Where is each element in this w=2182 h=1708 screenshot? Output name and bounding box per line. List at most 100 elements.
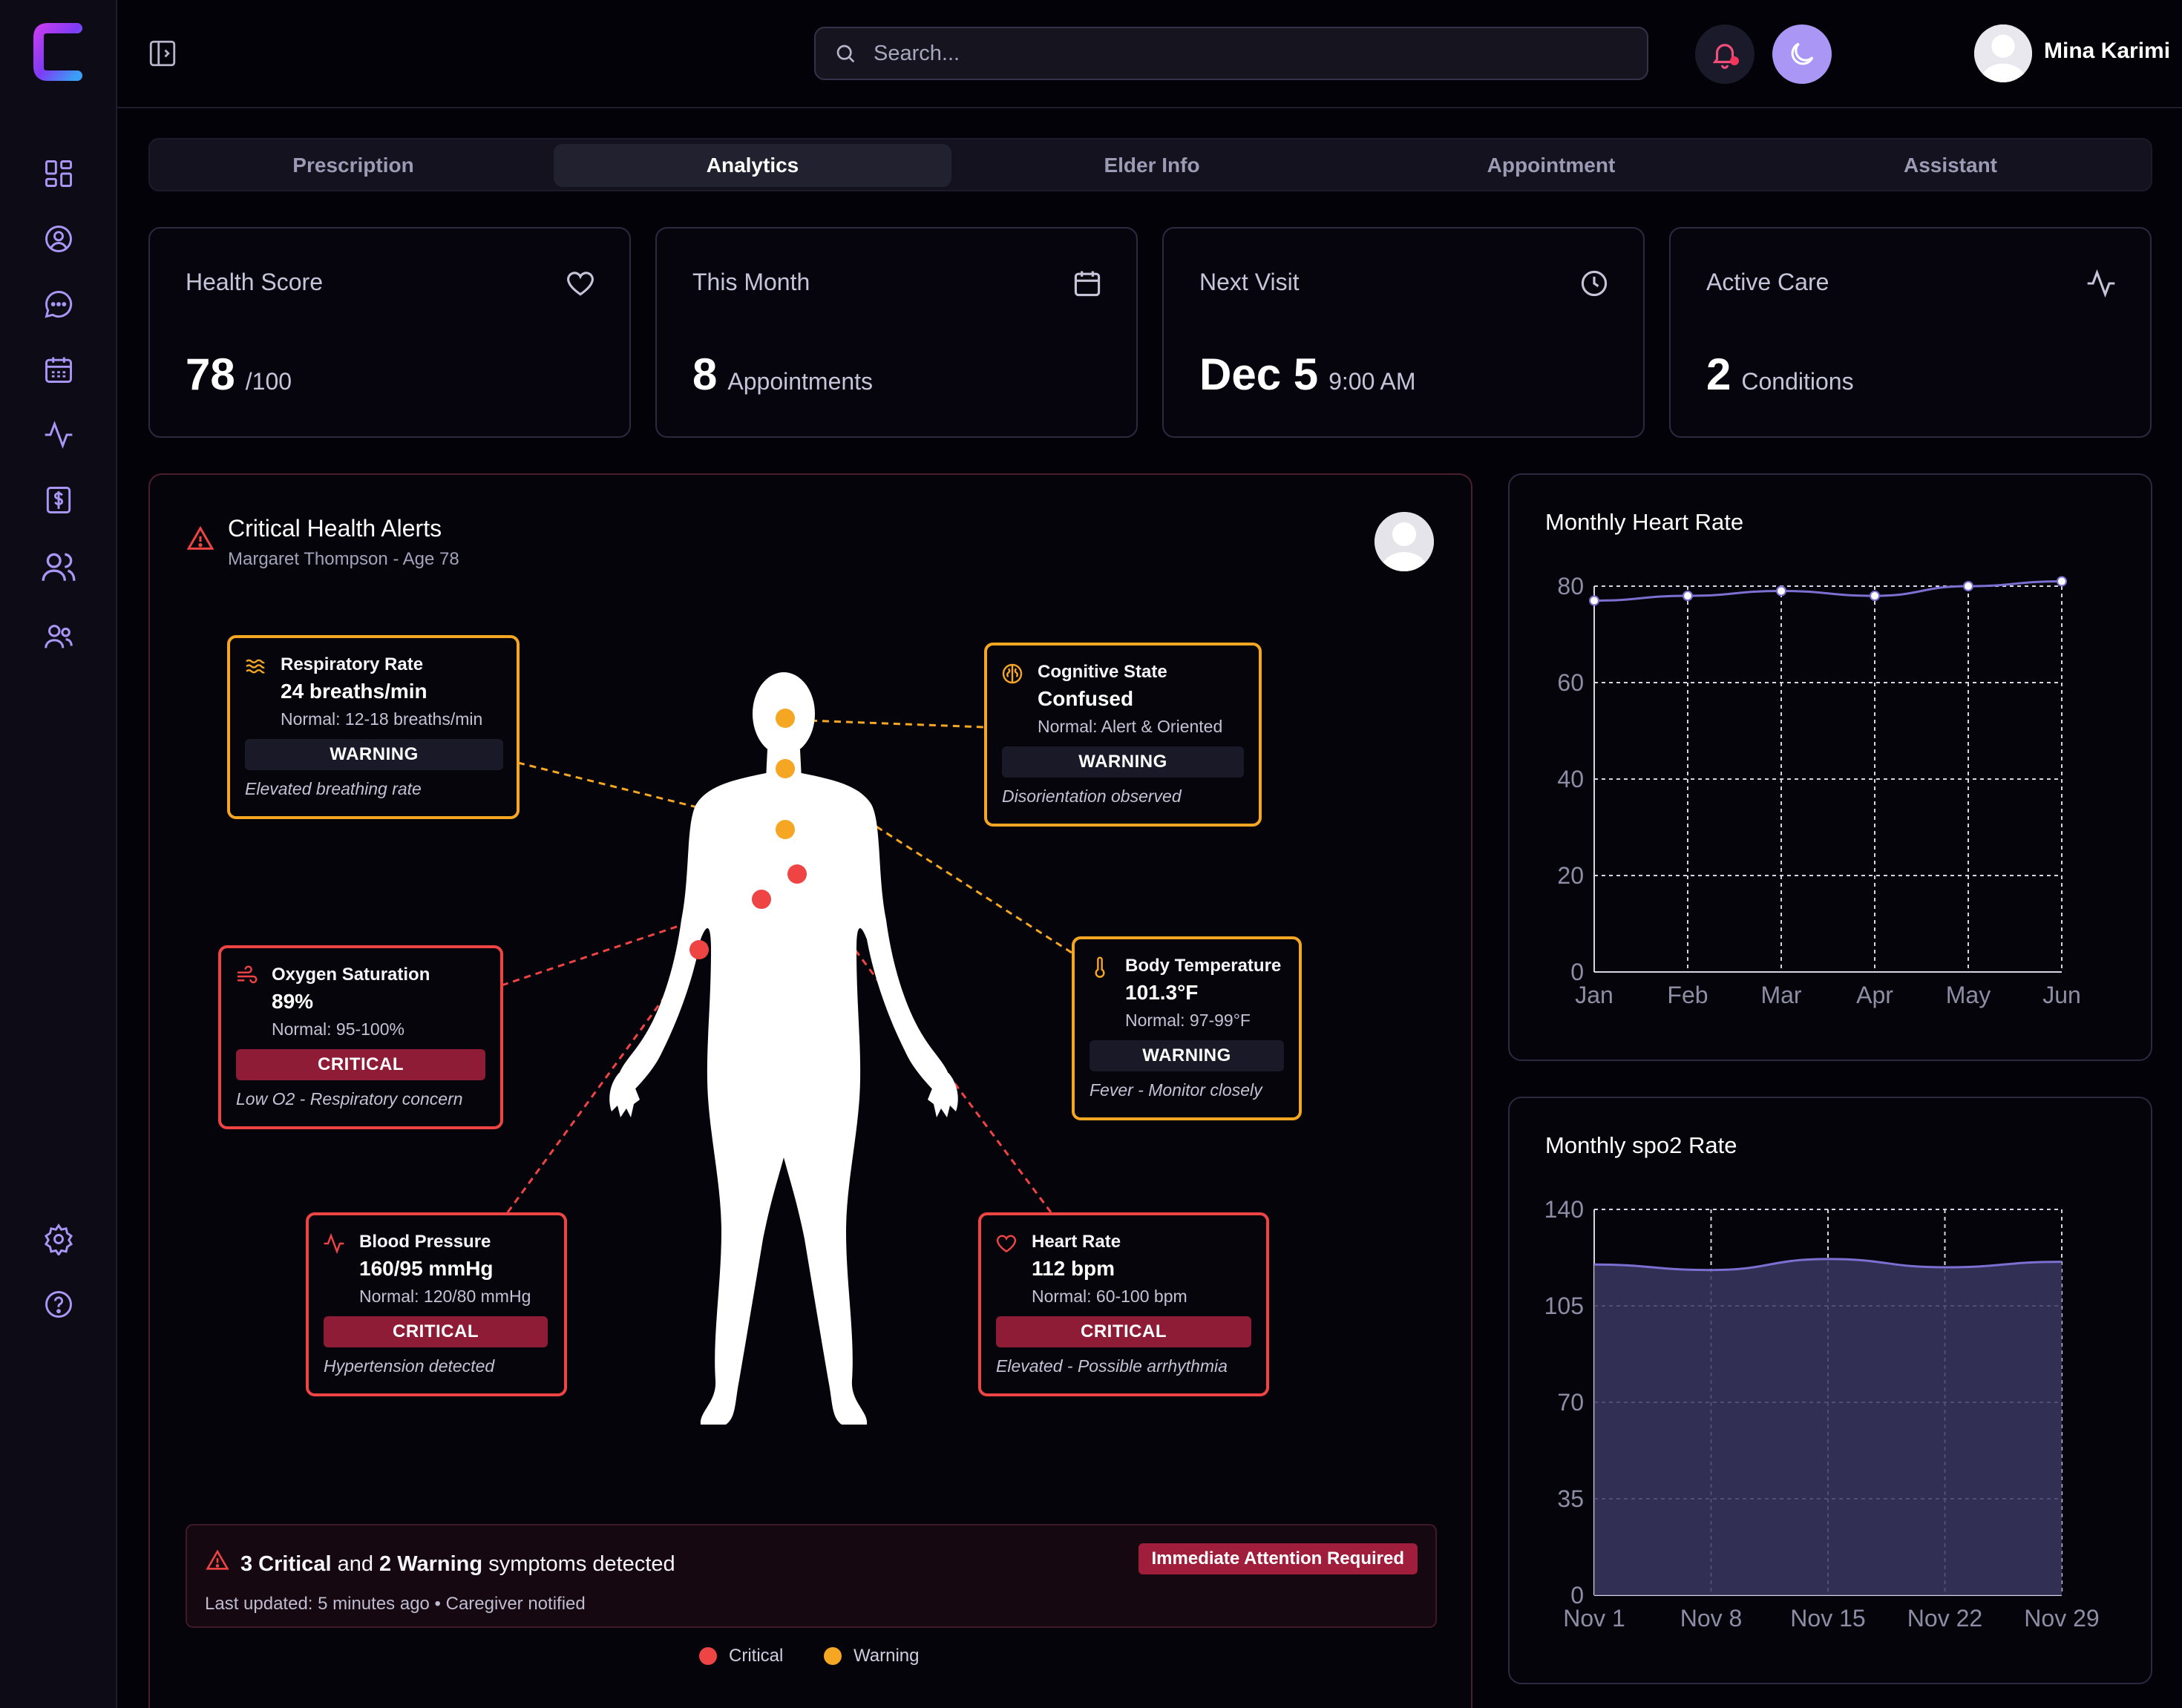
heart-icon <box>564 267 597 300</box>
status-badge: CRITICAL <box>236 1049 485 1080</box>
topbar-divider <box>117 107 2182 108</box>
tab-assistant[interactable]: Assistant <box>1752 144 2149 187</box>
app-logo[interactable] <box>31 22 85 82</box>
status-badge: CRITICAL <box>324 1316 548 1347</box>
card-title: Respiratory Rate <box>281 654 424 674</box>
stat-value: 2 Conditions <box>1706 349 1854 399</box>
stat-label: Active Care <box>1706 269 1829 295</box>
card-title: Cognitive State <box>1038 662 1167 682</box>
card-value: 24 breaths/min <box>281 680 427 703</box>
activity-icon <box>322 1232 346 1255</box>
legend-dot-warning <box>824 1647 842 1665</box>
user-name[interactable]: Mina Karimi <box>2044 39 2170 64</box>
immediate-attention-badge[interactable]: Immediate Attention Required <box>1138 1543 1418 1574</box>
sidebar <box>0 0 117 1708</box>
calendar-icon <box>1071 267 1104 300</box>
thermometer-icon <box>1088 956 1112 979</box>
tab-prescription[interactable]: Prescription <box>154 144 552 187</box>
notifications-button[interactable] <box>1695 24 1755 84</box>
y-tick-label: 80 <box>1557 573 1584 600</box>
data-point[interactable] <box>1963 581 1973 591</box>
card-title: Blood Pressure <box>359 1232 491 1252</box>
warning-triangle-icon <box>205 1548 230 1573</box>
message-icon[interactable] <box>39 285 78 323</box>
series-line <box>1593 580 2063 602</box>
data-point[interactable] <box>1589 595 1599 606</box>
legend-dot-critical <box>699 1647 717 1665</box>
critical-alerts-panel: Critical Health Alerts Margaret Thompson… <box>148 473 1472 1708</box>
x-tick-label: Nov 15 <box>1790 1605 1865 1632</box>
moon-icon <box>1786 39 1818 70</box>
heart-icon <box>995 1232 1018 1255</box>
y-tick-label: 140 <box>1544 1196 1584 1223</box>
card-value: 160/95 mmHg <box>359 1257 494 1280</box>
x-tick-label: May <box>1946 982 1991 1008</box>
settings-icon[interactable] <box>39 1220 78 1258</box>
card-normal-range: Normal: 97-99°F <box>1125 1011 1251 1030</box>
y-tick-label: 20 <box>1557 862 1584 889</box>
data-point[interactable] <box>1870 591 1880 601</box>
user-avatar[interactable] <box>1974 24 2032 82</box>
tab-elder-info[interactable]: Elder Info <box>953 144 1351 187</box>
brain-icon <box>1000 662 1024 686</box>
wind-waves-icon <box>243 654 267 678</box>
billing-icon[interactable] <box>39 481 78 519</box>
y-tick-label: 60 <box>1557 669 1584 696</box>
x-tick-label: Nov 22 <box>1907 1605 1982 1632</box>
alert-card-blood-pressure[interactable]: Blood Pressure 160/95 mmHg Normal: 120/8… <box>306 1212 567 1396</box>
stat-label: This Month <box>692 269 810 295</box>
data-point[interactable] <box>1776 585 1786 597</box>
stat-card-health-score: Health Score 78/100 <box>148 227 631 438</box>
data-point[interactable] <box>1683 591 1693 601</box>
card-title: Oxygen Saturation <box>272 965 430 985</box>
theme-toggle-button[interactable] <box>1772 24 1832 84</box>
calendar-icon[interactable] <box>39 350 78 389</box>
search-input[interactable] <box>874 41 1542 66</box>
stat-card-this-month: This Month 8 Appointments <box>655 227 1138 438</box>
alert-card-respiratory-rate[interactable]: Respiratory Rate 24 breaths/min Normal: … <box>227 635 520 819</box>
y-tick-label: 35 <box>1557 1485 1584 1512</box>
status-badge: CRITICAL <box>996 1316 1251 1347</box>
tab-analytics[interactable]: Analytics <box>554 144 951 187</box>
data-point[interactable] <box>2057 576 2067 587</box>
summary-meta: Last updated: 5 minutes ago • Caregiver … <box>205 1594 586 1614</box>
alert-card-oxygen-saturation[interactable]: Oxygen Saturation 89% Normal: 95-100% CR… <box>218 945 503 1129</box>
card-note: Disorientation observed <box>1002 786 1182 806</box>
status-badge: WARNING <box>245 739 503 770</box>
alert-card-heart-rate[interactable]: Heart Rate 112 bpm Normal: 60-100 bpm CR… <box>978 1212 1269 1396</box>
card-title: Heart Rate <box>1032 1232 1121 1252</box>
y-tick-label: 70 <box>1557 1389 1584 1416</box>
dashboard-icon[interactable] <box>39 154 78 193</box>
x-tick-label: Nov 29 <box>2024 1605 2099 1632</box>
stat-value: Dec 5 9:00 AM <box>1199 349 1416 399</box>
users-icon[interactable] <box>39 548 78 586</box>
status-badge: WARNING <box>1090 1040 1284 1071</box>
summary-text: 3 Critical and 2 Warning symptoms detect… <box>240 1552 675 1576</box>
activity-icon[interactable] <box>39 415 78 454</box>
tab-bar: Prescription Analytics Elder Info Appoin… <box>148 138 2152 191</box>
x-tick-label: Apr <box>1856 982 1893 1008</box>
help-icon[interactable] <box>39 1285 78 1324</box>
team-icon[interactable] <box>39 617 78 656</box>
card-value: 101.3°F <box>1125 981 1199 1004</box>
status-badge: WARNING <box>1002 746 1244 778</box>
wind-icon <box>235 965 258 988</box>
alert-card-body-temperature[interactable]: Body Temperature 101.3°F Normal: 97-99°F… <box>1072 936 1302 1120</box>
stat-card-active-care: Active Care 2 Conditions <box>1669 227 2152 438</box>
x-tick-label: Nov 8 <box>1680 1605 1743 1632</box>
card-note: Elevated breathing rate <box>245 779 422 798</box>
spo2-chart: 03570105140Nov 1 Nov 8 Nov 15 Nov 22 Nov 29 <box>1544 1196 2100 1632</box>
alert-card-cognitive-state[interactable]: Cognitive State Confused Normal: Alert &… <box>984 643 1262 827</box>
card-normal-range: Normal: 12-18 breaths/min <box>281 709 483 729</box>
tab-appointment[interactable]: Appointment <box>1352 144 1750 187</box>
user-circle-icon[interactable] <box>39 220 78 258</box>
legend-warning: Warning <box>824 1646 919 1666</box>
sidebar-toggle-icon[interactable] <box>147 38 178 69</box>
chart-card-spo2: Monthly spo2 Rate 0 35 70 105 140 Nov 1 Nov 8N… <box>1508 1097 2152 1684</box>
search-bar[interactable] <box>814 27 1648 80</box>
stat-label: Health Score <box>186 269 323 295</box>
card-normal-range: Normal: 60-100 bpm <box>1032 1287 1187 1306</box>
card-note: Fever - Monitor closely <box>1090 1080 1262 1100</box>
card-normal-range: Normal: Alert & Oriented <box>1038 717 1223 736</box>
card-normal-range: Normal: 120/80 mmHg <box>359 1287 531 1306</box>
